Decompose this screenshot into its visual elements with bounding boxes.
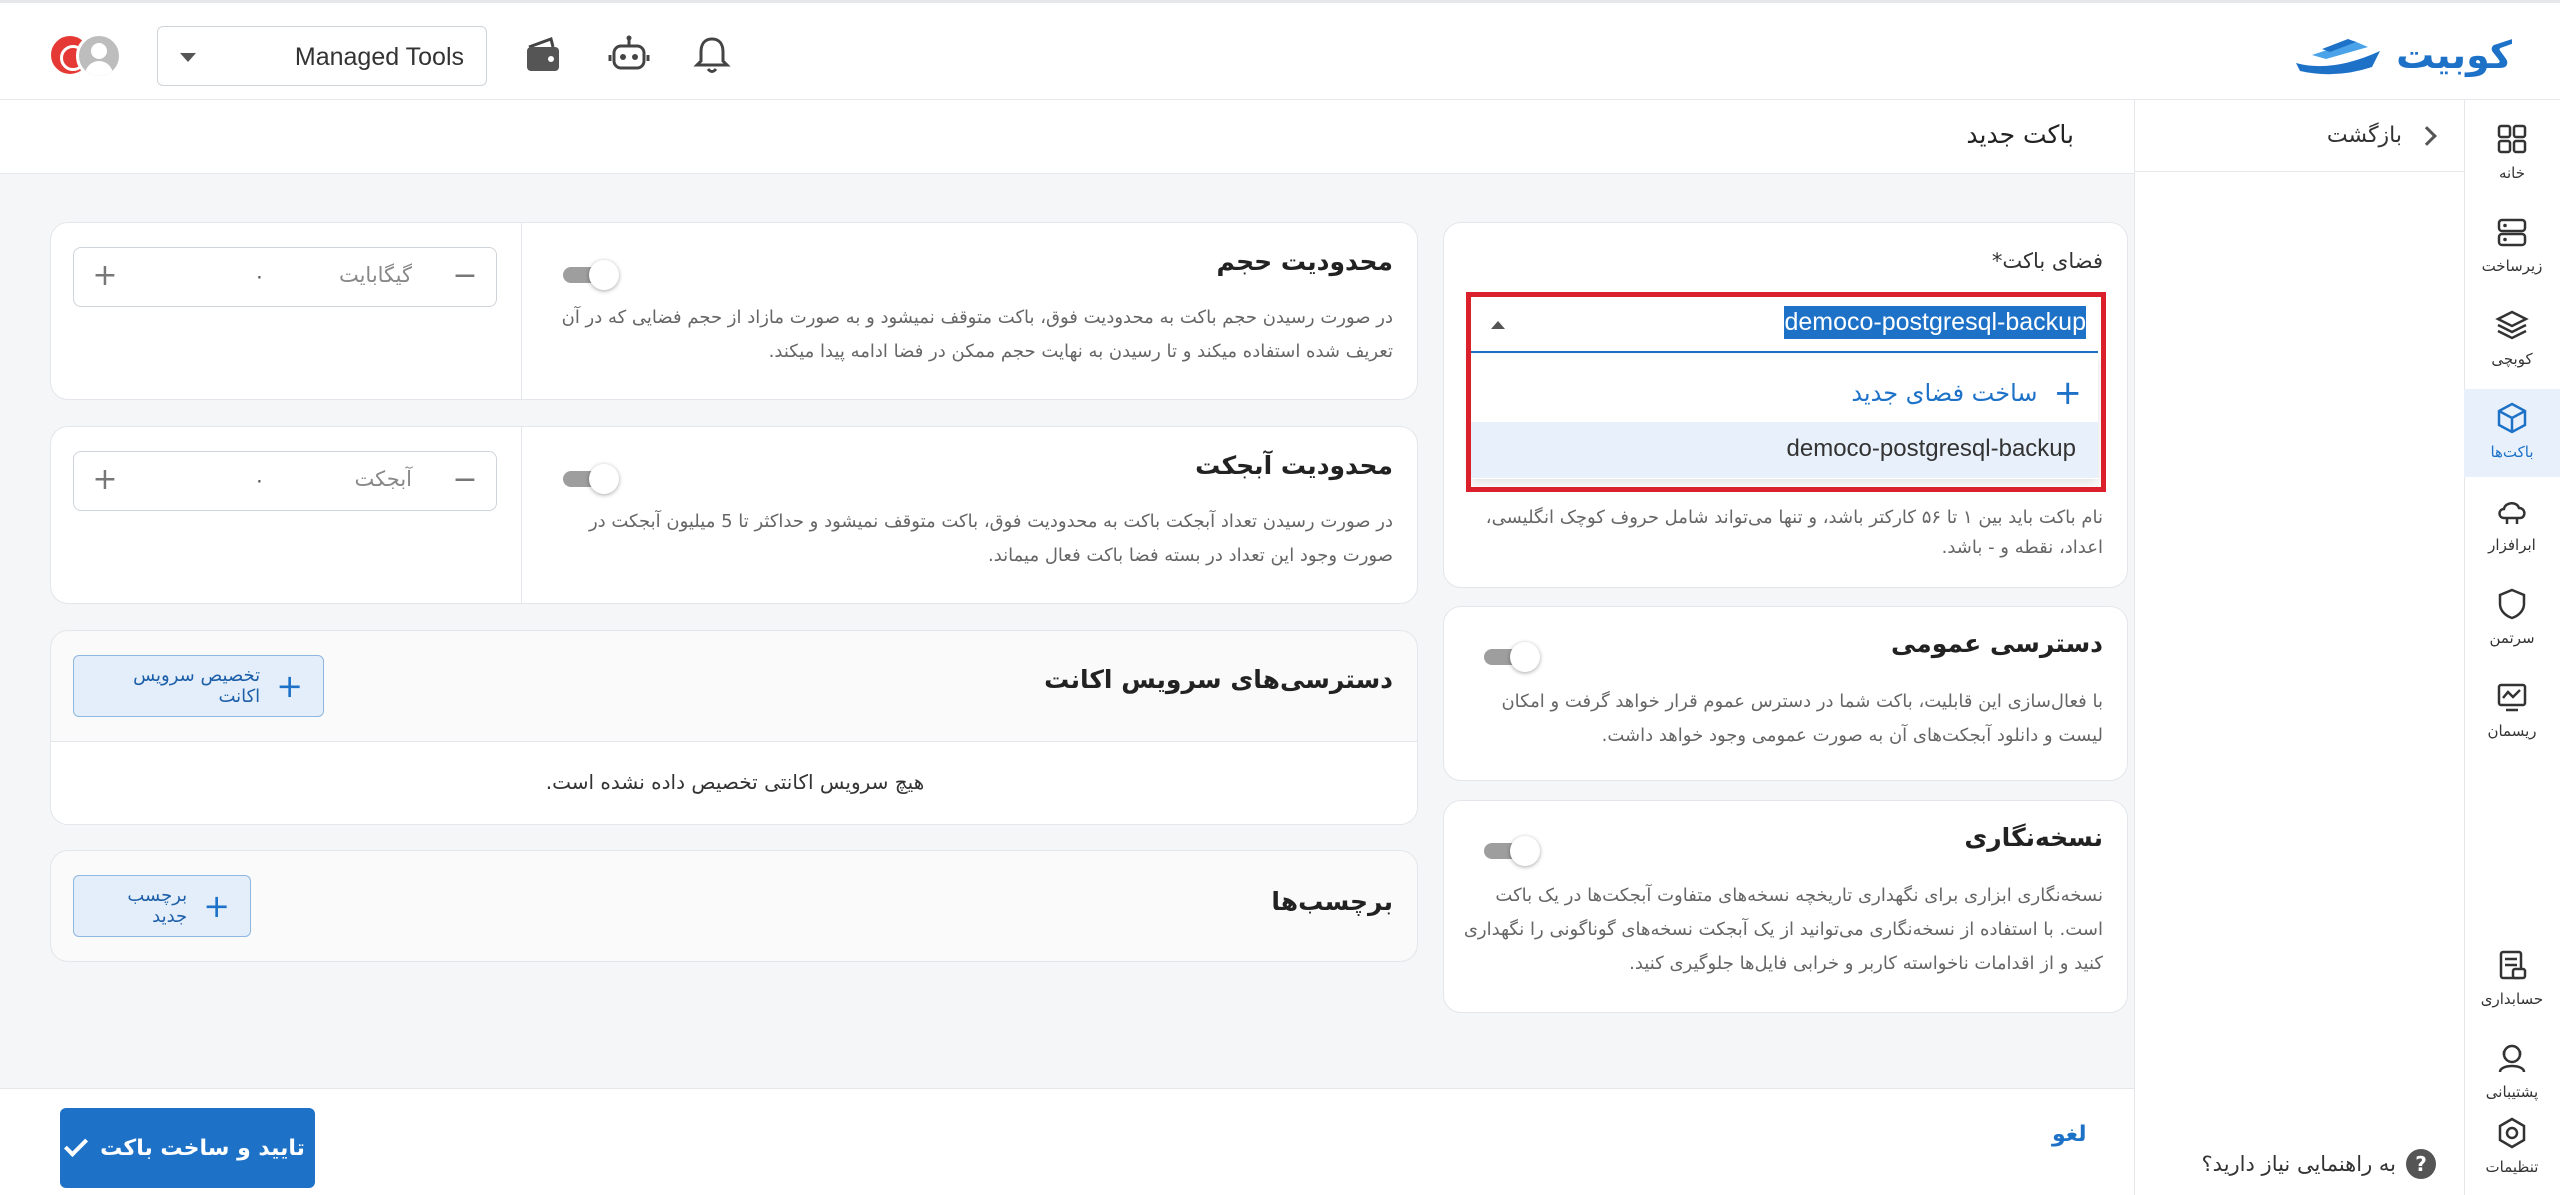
support-icon [2498,1044,2526,1073]
help-link[interactable]: ? به راهنمایی نیاز دارید؟ [2202,1149,2436,1179]
service-accounts-empty-message: هیچ سرویس اکانتی تخصیص داده نشده است. [545,770,925,794]
size-limit-unit: گیگابایت [338,263,412,287]
new-tag-label: برچسب جدید [127,885,188,927]
size-limit-value: ۰ [254,264,265,288]
object-limit-stepper[interactable]: − آبجکت ۰ + [73,451,497,511]
service-accounts-title: دسترسی‌های سرویس اکانت [1044,665,1393,694]
public-access-title: دسترسی عمومی [1890,629,2103,658]
service-accounts-card: دسترسی‌های سرویس اکانت + تخصیص سرویس اکا… [50,630,1418,825]
decrement-button[interactable]: − [450,261,480,292]
back-label: بازگشت [2326,123,2402,148]
monitor-graph-icon [2497,683,2527,712]
plus-icon: + [276,667,303,705]
question-icon: ? [2406,1149,2436,1179]
main-navigation-rail: خانه زیرساخت کوبچی باکت‌ها ابرافزار سرتم… [2464,100,2560,1195]
size-limit-toggle[interactable] [563,259,619,290]
rail-item-label: سرتمن [2489,629,2535,647]
rail-item-label: خانه [2498,164,2526,182]
versioning-description: نسخه‌نگاری ابزاری برای نگهداری تاریخچه ن… [1463,885,2103,974]
help-label: به راهنمایی نیاز دارید؟ [2201,1152,2396,1176]
tags-card: برچسب‌ها + برچسب جدید [50,850,1418,962]
cancel-button[interactable]: لغو [2052,1122,2086,1147]
object-limit-card: محدودیت آبجکت در صورت رسیدن تعداد آبجکت … [50,426,1418,604]
rail-item-buckets[interactable]: باکت‌ها [2464,389,2560,477]
shield-icon [2498,588,2526,620]
size-limit-stepper[interactable]: − گیگابایت ۰ + [73,247,497,307]
cloud-app-icon [2498,502,2526,524]
assign-service-account-button[interactable]: + تخصیص سرویس اکانت [73,655,324,717]
confirm-create-bucket-button[interactable]: تایید و ساخت باکت [60,1108,315,1188]
rail-item-home[interactable]: خانه [2464,110,2560,198]
size-limit-card: محدودیت حجم در صورت رسیدن حجم باکت به مح… [50,222,1418,400]
versioning-card: نسخه‌نگاری نسخه‌نگاری ابزاری برای نگهدار… [1443,800,2128,1013]
public-access-description: با فعال‌سازی این قابلیت، باکت شما در دست… [1501,691,2103,746]
object-limit-value: ۰ [254,468,265,492]
organization-select[interactable]: Managed Tools [157,26,487,86]
wallet-icon[interactable] [521,33,565,77]
rail-item-label: زیرساخت [2481,257,2543,275]
service-accounts-empty-area: هیچ سرویس اکانتی تخصیص داده نشده است. [51,741,1417,824]
logo-text: کوبیت [2396,33,2512,77]
bucket-space-label: فضای باکت* [1991,249,2103,273]
chevron-left-icon [2417,125,2437,146]
rail-item-monitoring[interactable]: ریسمان [2464,668,2560,756]
organization-select-value: Managed Tools [294,43,464,71]
page-title: باکت جدید [1966,120,2074,149]
form-footer: تایید و ساخت باکت لغو [0,1088,2134,1195]
rail-item-cloud-app[interactable]: ابرافزار [2464,482,2560,570]
increment-button[interactable]: + [90,261,120,292]
size-limit-description: در صورت رسیدن حجم باکت به محدودیت فوق، ب… [561,307,1393,362]
confirm-label: تایید و ساخت باکت [100,1135,305,1161]
gear-icon [2498,1117,2526,1149]
page-title-bar: باکت جدید [0,100,2134,174]
rail-item-label: باکت‌ها [2490,443,2534,461]
avatar [76,33,122,79]
object-limit-unit: آبجکت [354,467,412,491]
layers-icon [2495,310,2529,340]
boat-logo-icon [2296,39,2381,75]
object-limit-toggle[interactable] [563,463,619,494]
cube-icon [2497,402,2527,434]
rail-item-label: ابرافزار [2488,536,2536,554]
divider [521,223,522,399]
rail-item-label: ریسمان [2487,722,2537,740]
versioning-toggle[interactable] [1484,835,1540,866]
server-icon [2497,218,2527,247]
rail-item-accounting[interactable]: حسابداری [2464,936,2560,1024]
versioning-title: نسخه‌نگاری [1964,823,2103,852]
home-grid-icon [2497,124,2527,154]
public-access-toggle[interactable] [1484,641,1540,672]
divider [521,427,522,603]
back-link[interactable]: بازگشت [2135,100,2464,172]
object-limit-description: در صورت رسیدن تعداد آبجکت باکت به محدودی… [588,511,1393,566]
rail-item-label: حسابداری [2480,990,2544,1008]
bell-icon[interactable] [690,33,734,77]
user-menu[interactable] [48,31,124,79]
decrement-button[interactable]: − [450,465,480,496]
increment-button[interactable]: + [90,465,120,496]
rail-item-label: تنظیمات [2485,1158,2539,1176]
secondary-panel: بازگشت ? به راهنمایی نیاز دارید؟ [2134,100,2464,1195]
new-tag-button[interactable]: + برچسب جدید [73,875,251,937]
logo[interactable]: کوبیت [2292,31,2512,79]
annotation-highlight-box [1466,292,2106,492]
size-limit-title: محدودیت حجم [1216,247,1393,276]
rail-item-infrastructure[interactable]: زیرساخت [2464,203,2560,291]
invoice-icon [2499,950,2527,980]
rail-item-label: پشتیبانی [2485,1083,2539,1101]
rail-item-security[interactable]: سرتمن [2464,575,2560,663]
robot-icon[interactable] [607,33,651,77]
object-limit-title: محدودیت آبجکت [1195,451,1393,480]
plus-icon: + [203,887,230,925]
check-icon [64,1132,89,1158]
assign-service-account-label: تخصیص سرویس اکانت [133,665,261,707]
chevron-down-icon [180,53,196,62]
rail-item-settings[interactable]: تنظیمات [2464,1104,2560,1192]
top-header: کوبیت Managed Tools [0,0,2560,100]
bucket-name-hint: نام باکت باید بین ۱ تا ۵۶ کارکتر باشد، و… [1485,507,2103,558]
rail-item-kubchi[interactable]: کوبچی [2464,296,2560,384]
public-access-card: دسترسی عمومی با فعال‌سازی این قابلیت، با… [1443,606,2128,781]
tags-title: برچسب‌ها [1271,887,1393,916]
rail-item-label: کوبچی [2491,350,2533,368]
